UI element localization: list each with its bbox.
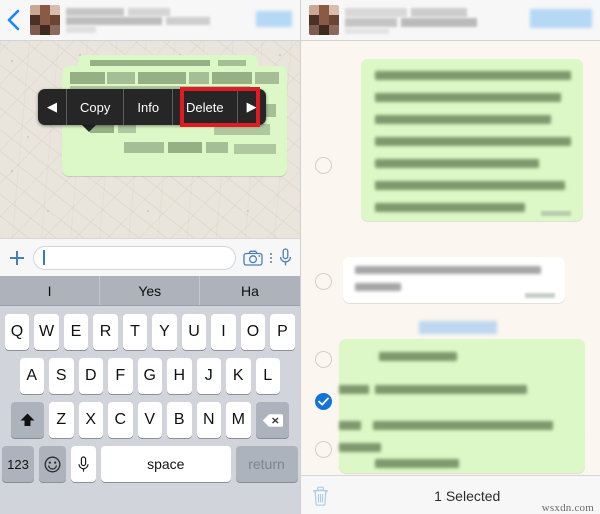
shift-arrow-icon[interactable] [11, 402, 44, 438]
attach-plus-icon[interactable] [8, 249, 26, 267]
key-r[interactable]: R [93, 314, 118, 350]
right-nav-bar [300, 0, 600, 41]
contact-name-redacted [344, 7, 495, 34]
context-menu-prev-button[interactable]: ◀ [38, 89, 67, 125]
context-menu-delete-button[interactable]: Delete [173, 89, 238, 125]
key-w[interactable]: W [34, 314, 59, 350]
contact-avatar[interactable] [30, 5, 60, 35]
key-b[interactable]: B [167, 402, 192, 438]
key-a[interactable]: A [19, 358, 44, 394]
key-k[interactable]: K [226, 358, 251, 394]
key-s[interactable]: S [49, 358, 74, 394]
keyboard-row-2: A S D F G H J K L [0, 358, 300, 394]
back-chevron-icon[interactable] [0, 0, 26, 40]
select-circle-msg-3-checked[interactable] [314, 393, 332, 410]
date-divider-redacted [418, 321, 497, 334]
keyboard-row-3: Z X C V B N M [0, 402, 300, 438]
select-circle-msg-3[interactable] [314, 351, 332, 368]
key-v[interactable]: V [137, 402, 162, 438]
numbers-key[interactable]: 123 [2, 446, 34, 482]
smiley-icon[interactable] [39, 446, 66, 482]
key-j[interactable]: J [196, 358, 221, 394]
key-l[interactable]: L [255, 358, 280, 394]
key-m[interactable]: M [226, 402, 251, 438]
key-o[interactable]: O [240, 314, 266, 350]
message-bubble-msg-2[interactable] [342, 257, 565, 303]
microphone-icon[interactable] [279, 248, 292, 267]
key-z[interactable]: Z [49, 402, 74, 438]
dictation-microphone-icon[interactable] [71, 446, 96, 482]
text-caret [43, 250, 45, 265]
message-selection-list [300, 41, 600, 475]
message-input-bar [0, 238, 300, 276]
message-context-menu[interactable]: ◀ Copy Info Delete ▶ [38, 89, 266, 125]
key-i[interactable]: I [211, 314, 236, 350]
ios-keyboard: I Yes Ha Q W E R T Y U I O P A S D F G H… [0, 276, 300, 514]
prediction-item-0[interactable]: I [0, 276, 101, 305]
key-c[interactable]: C [108, 402, 133, 438]
message-bubble-msg-3[interactable] [338, 339, 585, 445]
message-bubble-msg-1[interactable] [360, 59, 583, 221]
prediction-item-1[interactable]: Yes [100, 276, 201, 305]
message-input-field[interactable] [33, 245, 236, 270]
key-d[interactable]: D [78, 358, 103, 394]
contact-avatar[interactable] [308, 5, 339, 35]
keyboard-row-1: Q W E R T Y U I O P [0, 314, 300, 350]
left-phone-panel: ◀ Copy Info Delete ▶ I Yes Ha Q W E R T … [0, 0, 301, 514]
context-menu-next-button[interactable]: ▶ [238, 89, 266, 125]
left-chat-canvas: ◀ Copy Info Delete ▶ [0, 41, 300, 238]
context-menu-copy-button[interactable]: Copy [67, 89, 125, 125]
select-circle-msg-1[interactable] [314, 157, 332, 174]
select-circle-msg-2[interactable] [314, 273, 332, 290]
key-q[interactable]: Q [4, 314, 30, 350]
site-watermark: wsxdn.com [541, 502, 594, 514]
context-menu-tail [82, 125, 96, 132]
key-f[interactable]: F [108, 358, 133, 394]
return-key[interactable]: return [235, 446, 298, 482]
key-g[interactable]: G [137, 358, 162, 394]
call-action-redacted[interactable] [255, 11, 292, 27]
message-text-redacted [338, 433, 585, 473]
key-p[interactable]: P [270, 314, 295, 350]
space-key[interactable]: space [101, 446, 231, 482]
key-y[interactable]: Y [152, 314, 177, 350]
message-timestamp-redacted [540, 211, 571, 216]
key-x[interactable]: X [78, 402, 103, 438]
message-text-redacted [338, 339, 585, 445]
left-nav-bar [0, 0, 300, 41]
keyboard-row-4: 123 space return [0, 446, 300, 482]
right-phone-panel: 1 Selected wsxdn.com [300, 0, 600, 514]
predictive-text-bar: I Yes Ha [0, 276, 300, 306]
key-t[interactable]: T [122, 314, 148, 350]
screenshot-root: ◀ Copy Info Delete ▶ I Yes Ha Q W E R T … [0, 0, 600, 514]
selection-action-bar: 1 Selected wsxdn.com [300, 475, 600, 514]
contact-name-redacted [66, 7, 216, 33]
prediction-item-2[interactable]: Ha [200, 276, 299, 305]
key-e[interactable]: E [63, 314, 89, 350]
backspace-icon[interactable] [255, 402, 289, 438]
key-n[interactable]: N [196, 402, 221, 438]
message-timestamp-redacted [524, 293, 555, 298]
message-bubble-msg-4[interactable] [338, 433, 585, 473]
key-h[interactable]: H [167, 358, 192, 394]
more-vertical-icon[interactable] [269, 252, 272, 263]
call-action-redacted[interactable] [530, 9, 592, 28]
camera-icon[interactable] [242, 250, 263, 266]
context-menu-info-button[interactable]: Info [124, 89, 174, 125]
key-u[interactable]: U [181, 314, 207, 350]
message-text-redacted [361, 59, 583, 221]
trash-icon[interactable] [301, 476, 341, 514]
select-circle-msg-4[interactable] [314, 441, 332, 458]
